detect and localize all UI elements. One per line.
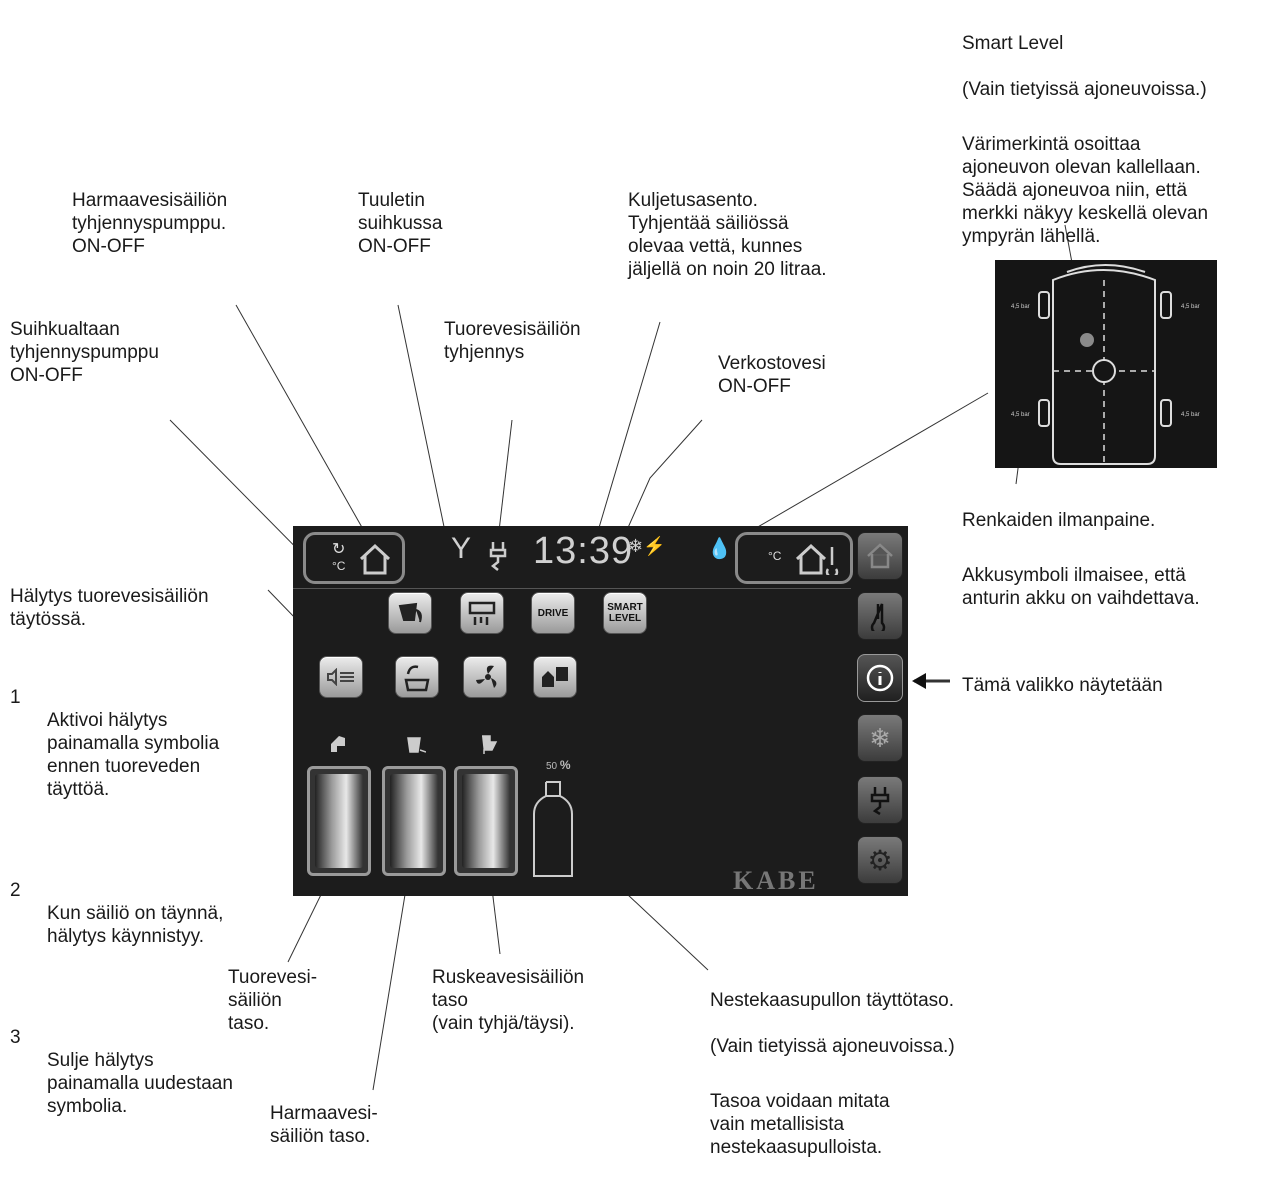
alarm-step-number: 3 <box>10 1027 21 1048</box>
alarm-step-2: 2 Kun säiliö on täynnä, hälytys käynnist… <box>10 856 290 971</box>
caravan-drain-icon <box>468 601 496 625</box>
mains-plug-icon <box>489 542 507 571</box>
fresh-water-alarm-button[interactable] <box>319 656 363 698</box>
vehicle-top-view <box>1038 264 1172 465</box>
gear-icon: ⚙ <box>867 844 893 876</box>
callout-shower-pump: Suihkualtaan tyhjennyspumppu ON-OFF <box>10 319 159 386</box>
alarm-step-text: Sulje hälytys painamalla uudestaan symbo… <box>47 1050 233 1117</box>
frost-plug-icon: ❄⚡ <box>628 536 666 556</box>
plug-icon <box>870 787 890 815</box>
brown-water-tank-gauge <box>454 766 518 876</box>
fresh-water-tank-gauge <box>307 766 371 876</box>
water-drop-icon: 💧 <box>707 538 732 560</box>
alarm-step-1: 1 Aktivoi hälytys painamalla symbolia en… <box>10 663 290 824</box>
home-icon <box>867 543 893 569</box>
sidebar-item-home[interactable] <box>857 532 903 580</box>
callout-fresh-drain: Tuorevesisäiliön tyhjennys <box>444 319 581 363</box>
sidebar-item-settings[interactable]: ⚙ <box>857 836 903 884</box>
antenna-icon: Y <box>451 532 472 565</box>
grey-water-tank-gauge <box>382 766 446 876</box>
smart-level-description: Värimerkintä osoittaa ajoneuvon olevan k… <box>962 134 1209 247</box>
info-icon <box>866 664 894 692</box>
bucket-icon <box>407 737 426 753</box>
sidebar-item-info[interactable] <box>857 654 903 702</box>
alarm-step-text: Kun säiliö on täynnä, hälytys käynnistyy… <box>47 903 224 947</box>
clock: 13:39 <box>533 530 634 572</box>
house-caravan-icon <box>542 667 568 687</box>
mains-water-button[interactable] <box>533 656 577 698</box>
refresh-icon: ↻ <box>332 541 346 558</box>
callout-grey-pump: Harmaavesisäiliön tyhjennyspumppu. ON-OF… <box>72 190 228 257</box>
gas-percent-value: 50 <box>546 761 558 772</box>
tyre-front-right <box>1160 291 1172 319</box>
shower-pump-button[interactable] <box>395 656 439 698</box>
house-thermometer-icon <box>795 543 839 575</box>
smart-level-title: Smart Level <box>962 33 1064 54</box>
gas-level-subtitle: (Vain tietyissä ajoneuvoissa.) <box>710 1036 955 1057</box>
toilet-icon <box>482 735 498 754</box>
tyre-pressure-title: Renkaiden ilmanpaine. <box>962 510 1156 531</box>
callout-gas-level: Nestekaasupullon täyttötaso. (Vain tiety… <box>710 966 955 1182</box>
fan-icon <box>476 665 497 688</box>
smart-level-inset: 4,5 bar 4,5 bar 4,5 bar 4,5 bar <box>995 260 1217 468</box>
callout-alarm: Hälytys tuorevesisäiliön täytössä. 1 Akt… <box>10 562 290 1164</box>
callout-fresh-level: Tuorevesi- säiliön taso. <box>228 967 318 1034</box>
alarm-wave-icon <box>327 668 354 686</box>
callout-transport: Kuljetusasento. Tyhjentää säiliössä olev… <box>628 190 827 280</box>
grey-water-pump-button[interactable] <box>388 592 432 634</box>
tyre-rear-right <box>1160 399 1172 427</box>
temp-unit-label: °C <box>332 559 346 573</box>
callout-brown-level: Ruskeavesisäiliön taso (vain tyhjä/täysi… <box>432 967 585 1034</box>
shower-tray-icon <box>404 665 430 692</box>
tyre-pressure-description: Akkusymboli ilmaisee, että anturin akku … <box>962 565 1200 609</box>
sidebar-item-power[interactable] <box>857 776 903 824</box>
smart-level-subtitle: (Vain tietyissä ajoneuvoissa.) <box>962 79 1207 100</box>
tilt-marker <box>1080 333 1094 347</box>
alarm-step-text: Aktivoi hälytys painamalla symbolia enne… <box>47 710 220 800</box>
smart-level-button[interactable]: SMART LEVEL <box>603 592 647 634</box>
level-target-circle <box>1092 359 1116 383</box>
menu-arrow-head <box>912 673 926 689</box>
sidebar-item-frost[interactable]: ❄ <box>857 714 903 762</box>
brand-logo: KABE <box>733 866 819 895</box>
gas-level-readout: 50 % <box>546 758 571 772</box>
gas-level-title: Nestekaasupullon täyttötaso. <box>710 990 954 1011</box>
pressure-label: 4,5 bar <box>1011 304 1030 310</box>
pressure-label: 4,5 bar <box>1011 412 1030 418</box>
callout-smart-level: Smart Level (Vain tietyissä ajoneuvoissa… <box>962 9 1208 271</box>
callout-menu-shown: Tämä valikko näytetään <box>962 675 1163 696</box>
control-panel-screen: ↻ °C Y 13:39 ❄⚡ 💧 °C DRIVE SMART LEVEL 5… <box>293 526 908 896</box>
gas-bottle-gauge <box>533 781 573 877</box>
sidebar-item-temperature[interactable] <box>857 592 903 640</box>
tap-icon <box>331 736 345 752</box>
alarm-step-number: 1 <box>10 687 21 708</box>
thermometer-icon <box>870 603 886 631</box>
house-icon <box>359 543 391 575</box>
gas-level-description: Tasoa voidaan mitata vain metallisista n… <box>710 1091 890 1158</box>
status-bar: ↻ °C Y 13:39 ❄⚡ 💧 °C <box>293 526 853 589</box>
gas-percent-unit: % <box>559 758 571 772</box>
callout-mains-water: Verkostovesi ON-OFF <box>718 353 826 397</box>
alarm-title: Hälytys tuorevesisäiliön täytössä. <box>10 586 209 630</box>
smart-level-label: SMART LEVEL <box>607 602 643 624</box>
tyre-front-left <box>1038 291 1050 319</box>
drive-label: DRIVE <box>537 607 569 619</box>
transport-mode-button[interactable]: DRIVE <box>531 592 575 634</box>
callout-shower-fan: Tuuletin suihkussa ON-OFF <box>358 190 443 257</box>
bucket-pour-icon <box>398 602 422 623</box>
outdoor-temp-box[interactable]: °C <box>735 532 853 584</box>
indoor-temp-box[interactable]: ↻ °C <box>303 532 405 584</box>
pressure-label: 4,5 bar <box>1181 304 1200 310</box>
tyre-rear-left <box>1038 399 1050 427</box>
pressure-label: 4,5 bar <box>1181 412 1200 418</box>
temp-unit-label: °C <box>768 549 782 563</box>
alarm-step-number: 2 <box>10 880 21 901</box>
fresh-water-drain-button[interactable] <box>460 592 504 634</box>
callout-grey-level: Harmaavesi- säiliön taso. <box>270 1103 378 1147</box>
callout-tyre-pressure: Renkaiden ilmanpaine. Akkusymboli ilmais… <box>962 486 1200 633</box>
shower-fan-button[interactable] <box>463 656 507 698</box>
snowflake-icon: ❄ <box>869 722 891 753</box>
